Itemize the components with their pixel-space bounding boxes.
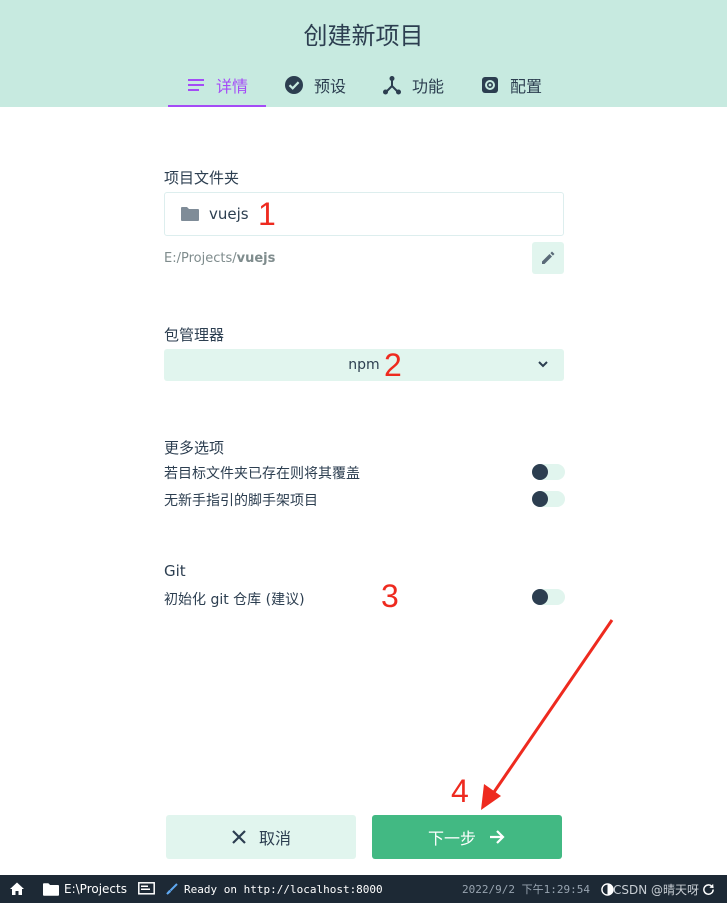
next-button[interactable]: 下一步 [372, 815, 562, 859]
next-button-label: 下一步 [427, 829, 476, 848]
folder-status[interactable]: E:\Projects [43, 875, 127, 903]
terminal-button[interactable] [138, 875, 155, 903]
annotation-arrow [481, 619, 614, 810]
cancel-button[interactable]: 取消 [166, 815, 356, 859]
terminal-icon [138, 882, 155, 895]
arrow-right-icon [490, 830, 505, 844]
folder-icon [43, 882, 59, 896]
watermark: CSDN @晴天呀 [613, 882, 700, 897]
brush-icon [166, 883, 178, 895]
close-icon [232, 830, 246, 844]
folder-status-label: E:\Projects [64, 882, 127, 896]
status-datetime: 2022/9/2 下午1:29:54 [462, 883, 590, 896]
refresh-button[interactable] [702, 875, 715, 903]
refresh-icon [703, 883, 714, 895]
home-button[interactable] [9, 875, 25, 903]
status-bar: E:\Projects Ready on http://localhost:80… [0, 875, 727, 903]
home-icon [10, 882, 24, 895]
cancel-button-label: 取消 [258, 829, 291, 848]
status-message-text: Ready on http://localhost:8000 [184, 882, 383, 896]
status-message: Ready on http://localhost:8000 [166, 875, 383, 903]
